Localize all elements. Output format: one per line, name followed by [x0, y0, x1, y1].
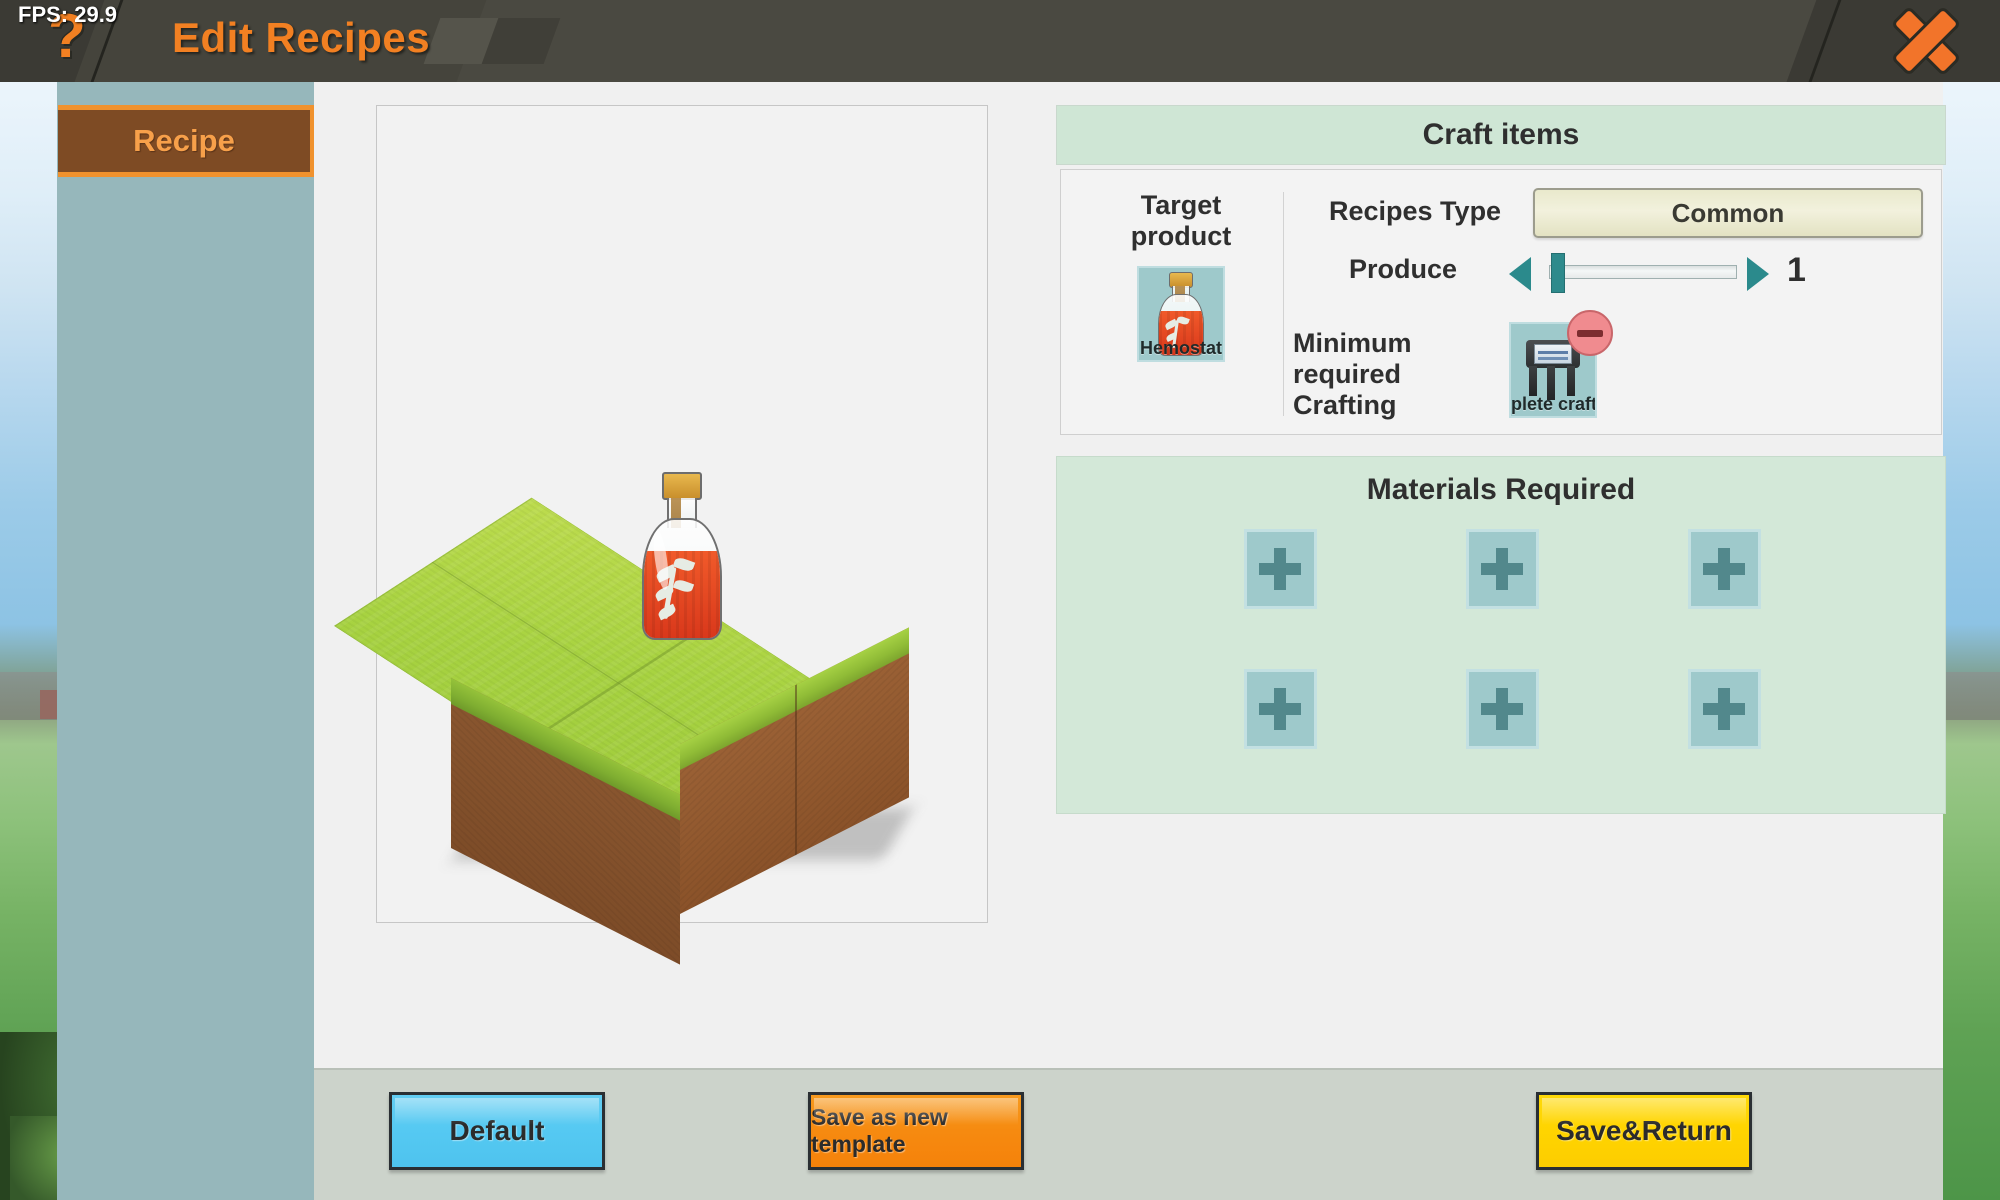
materials-required-panel: Materials Required — [1056, 456, 1946, 814]
produce-slider-handle[interactable] — [1551, 253, 1565, 293]
save-and-return-button-label: Save&Return — [1556, 1115, 1732, 1146]
block-seam — [794, 684, 797, 856]
materials-required-title: Materials Required — [1366, 473, 1636, 506]
recipes-type-value: Common — [1671, 197, 1785, 228]
column-divider — [1283, 192, 1284, 416]
edit-recipes-dialog: Recipe Craft items Target product Hemost… — [57, 82, 1946, 1200]
recipes-type-label: Recipes Type — [1329, 196, 1502, 226]
minimum-required-crafting-label: Minimum required Crafting — [1293, 328, 1412, 421]
crafting-table-leg — [1567, 366, 1575, 396]
dialog-content: Craft items Target product Hemostat Reci… — [314, 82, 1946, 1068]
triangle-left-icon[interactable] — [1509, 257, 1531, 291]
plus-icon — [1496, 548, 1508, 590]
target-product-group: Target product Hemostat — [1097, 190, 1265, 363]
material-slot[interactable] — [1687, 669, 1761, 749]
minus-circle-icon[interactable] — [1567, 310, 1613, 356]
materials-slot-grid — [1169, 529, 1835, 749]
material-slot[interactable] — [1465, 529, 1539, 609]
default-button-label: Default — [449, 1115, 545, 1146]
potion-bottle-icon — [640, 472, 724, 640]
plus-icon — [1718, 688, 1730, 730]
target-product-slot[interactable]: Hemostat — [1137, 266, 1225, 363]
target-product-caption: Hemostat — [1139, 338, 1223, 359]
sidebar: Recipe — [57, 82, 315, 1200]
target-product-label: Target product — [1130, 190, 1232, 252]
page-title: Edit Recipes — [172, 14, 431, 61]
sidebar-item-recipe[interactable]: Recipe — [58, 105, 315, 177]
craft-items-title: Craft items — [1422, 118, 1580, 151]
crafting-table-blueprint — [1534, 344, 1572, 364]
bottle-body — [642, 518, 722, 640]
produce-control: 1 — [1509, 250, 1929, 298]
material-slot[interactable] — [1687, 529, 1761, 609]
material-slot[interactable] — [1243, 529, 1317, 609]
close-icon[interactable] — [1890, 8, 1962, 74]
crafting-table-leg — [1529, 366, 1537, 396]
minimum-required-crafting-slot[interactable]: plete crafting — [1509, 310, 1613, 418]
produce-value: 1 — [1787, 251, 1806, 289]
recipes-type-dropdown[interactable]: Common — [1533, 188, 1923, 238]
plus-icon — [1718, 548, 1730, 590]
header-slant-shape — [446, 0, 1824, 82]
save-and-return-button[interactable]: Save&Return — [1536, 1092, 1752, 1170]
preview-stage — [334, 106, 987, 965]
window-header-bar: ? FPS: 29.9 Edit Recipes — [0, 0, 2000, 82]
dialog-footer: Default Save as new template Save&Return — [314, 1068, 1943, 1200]
triangle-right-icon[interactable] — [1747, 257, 1769, 291]
craft-items-body: Target product Hemostat Recipes Type Com… — [1060, 169, 1942, 435]
bottle-shape — [640, 472, 724, 640]
minus-icon-stroke — [1577, 329, 1603, 337]
minimum-required-crafting-caption: plete crafting — [1511, 394, 1595, 414]
produce-label: Produce — [1349, 254, 1458, 284]
craft-items-panel: Craft items Target product Hemostat Reci… — [1056, 105, 1946, 435]
fps-counter: FPS: 29.9 — [18, 2, 118, 27]
craft-items-header: Craft items — [1056, 105, 1946, 165]
default-button[interactable]: Default — [389, 1092, 605, 1170]
sidebar-item-label: Recipe — [133, 123, 235, 158]
bottle-cork — [662, 472, 702, 500]
produce-slider[interactable] — [1549, 253, 1737, 293]
material-slot[interactable] — [1243, 669, 1317, 749]
plus-icon — [1274, 548, 1286, 590]
plus-icon — [1274, 688, 1286, 730]
save-as-new-template-button[interactable]: Save as new template — [808, 1092, 1024, 1170]
save-as-new-template-button-label: Save as new template — [811, 1104, 948, 1157]
plus-icon — [1496, 688, 1508, 730]
material-slot[interactable] — [1465, 669, 1539, 749]
item-preview-panel — [334, 105, 988, 965]
